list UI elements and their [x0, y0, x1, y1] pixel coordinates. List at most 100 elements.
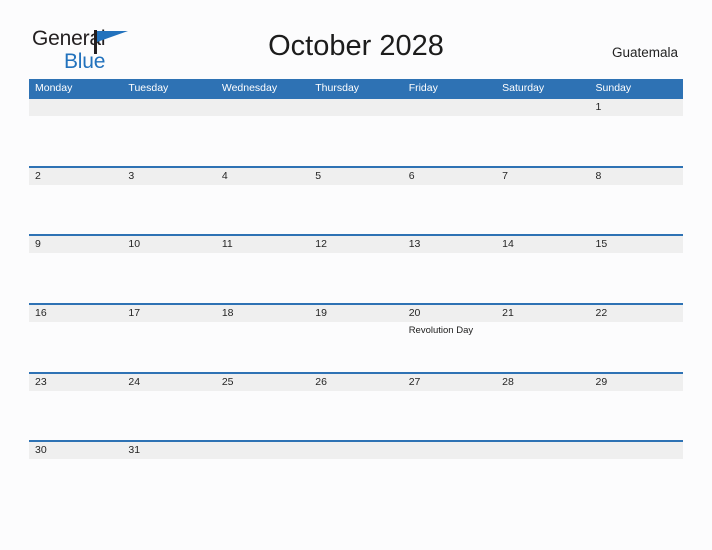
day-cell[interactable]: 19	[309, 305, 402, 372]
day-cell[interactable]	[216, 442, 309, 509]
day-cell[interactable]: 5	[309, 168, 402, 235]
day-cell[interactable]: 11	[216, 236, 309, 303]
weekday-saturday: Saturday	[502, 82, 545, 94]
day-cell[interactable]: 13	[403, 236, 496, 303]
day-cell[interactable]: 14	[496, 236, 589, 303]
day-cell-holiday[interactable]: 20 Revolution Day	[403, 305, 496, 372]
day-cell[interactable]	[216, 99, 309, 166]
day-number: 10	[128, 238, 141, 251]
day-number: 13	[408, 238, 421, 251]
day-cell[interactable]: 8	[590, 168, 683, 235]
day-number: 9	[35, 238, 41, 251]
day-cell[interactable]: 21	[496, 305, 589, 372]
day-cell[interactable]: 18	[216, 305, 309, 372]
day-cell[interactable]: 16	[29, 305, 122, 372]
day-cell[interactable]: 17	[122, 305, 215, 372]
day-cell[interactable]: 30	[29, 442, 122, 509]
day-number	[35, 99, 122, 116]
day-cell[interactable]: 27	[403, 374, 496, 441]
day-number: 6	[408, 169, 415, 182]
page-title: October 2028	[268, 30, 444, 62]
day-cell[interactable]	[29, 99, 122, 166]
day-number: 3	[128, 169, 135, 182]
day-cell[interactable]: 28	[496, 374, 589, 441]
week-row: 1	[29, 97, 683, 166]
day-cell[interactable]	[122, 99, 215, 166]
week-row: 16 17 18 19 20 Revolution Day 21 22	[29, 303, 683, 372]
day-cell[interactable]: 15	[590, 236, 683, 303]
weekday-friday: Friday	[408, 82, 438, 94]
day-number	[315, 442, 402, 459]
country-label: Guatemala	[611, 45, 678, 60]
day-number	[502, 442, 589, 459]
day-number: 25	[221, 375, 234, 388]
day-cell[interactable]	[403, 442, 496, 509]
week-row: 23 24 25 26 27 28 29	[29, 371, 683, 441]
day-cell[interactable]: 3	[122, 168, 215, 235]
day-number: 30	[35, 444, 47, 457]
day-cell[interactable]: 2	[29, 168, 122, 235]
day-number: 20	[408, 307, 421, 320]
day-number: 31	[128, 444, 141, 457]
day-event: Revolution Day	[408, 325, 474, 337]
day-number: 26	[315, 375, 327, 388]
day-cell[interactable]	[309, 442, 402, 509]
day-number	[596, 442, 683, 459]
day-number: 15	[595, 238, 608, 251]
weekday-thursday: Thursday	[315, 82, 360, 94]
day-number: 28	[502, 375, 514, 388]
day-cell[interactable]: 9	[29, 236, 122, 303]
day-number: 11	[221, 238, 233, 251]
day-cell[interactable]: 7	[496, 168, 589, 235]
day-number	[315, 99, 402, 116]
weekday-header-row: Monday Tuesday Wednesday Thursday Friday…	[29, 79, 683, 97]
day-number	[128, 99, 215, 116]
day-number: 4	[221, 169, 228, 182]
calendar-grid: Monday Tuesday Wednesday Thursday Friday…	[29, 79, 683, 509]
day-number: 21	[502, 307, 514, 320]
weekday-sunday: Sunday	[595, 82, 632, 94]
day-number: 22	[595, 307, 608, 320]
day-number	[222, 442, 309, 459]
day-number: 27	[408, 375, 421, 388]
day-cell[interactable]: 12	[309, 236, 402, 303]
day-number: 24	[128, 375, 141, 388]
weekday-monday: Monday	[35, 82, 73, 94]
day-cell[interactable]	[403, 99, 496, 166]
day-cell[interactable]: 1	[590, 99, 683, 166]
day-cell[interactable]: 29	[590, 374, 683, 441]
day-number: 17	[128, 307, 141, 320]
day-number	[409, 99, 496, 116]
day-number: 5	[315, 169, 322, 182]
day-number	[222, 99, 309, 116]
day-cell[interactable]: 31	[122, 442, 215, 509]
day-cell[interactable]: 22	[590, 305, 683, 372]
day-cell[interactable]: 23	[29, 374, 122, 441]
calendar-page: General Blue October 2028 Guatemala Mond…	[0, 0, 712, 550]
day-number: 29	[595, 375, 608, 388]
day-number: 16	[35, 307, 47, 320]
day-cell[interactable]	[590, 442, 683, 509]
day-number: 19	[315, 307, 327, 320]
day-cell[interactable]	[309, 99, 402, 166]
day-number	[502, 99, 589, 116]
weekday-tuesday: Tuesday	[128, 82, 169, 94]
day-number	[409, 442, 496, 459]
day-cell[interactable]	[496, 99, 589, 166]
day-cell[interactable]: 24	[122, 374, 215, 441]
day-cell[interactable]: 6	[403, 168, 496, 235]
day-number: 14	[502, 238, 514, 251]
week-row: 9 10 11 12 13 14 15	[29, 234, 683, 303]
day-cell[interactable]: 25	[216, 374, 309, 441]
day-number: 18	[221, 307, 234, 320]
week-row: 30 31	[29, 440, 683, 509]
page-header: General Blue October 2028 Guatemala	[0, 0, 712, 78]
day-number: 23	[35, 375, 47, 388]
day-cell[interactable]: 4	[216, 168, 309, 235]
day-cell[interactable]: 26	[309, 374, 402, 441]
day-cell[interactable]	[496, 442, 589, 509]
day-number: 2	[35, 169, 41, 182]
week-row: 2 3 4 5 6 7 8	[29, 165, 683, 235]
day-cell[interactable]: 10	[122, 236, 215, 303]
day-number: 7	[502, 169, 508, 182]
